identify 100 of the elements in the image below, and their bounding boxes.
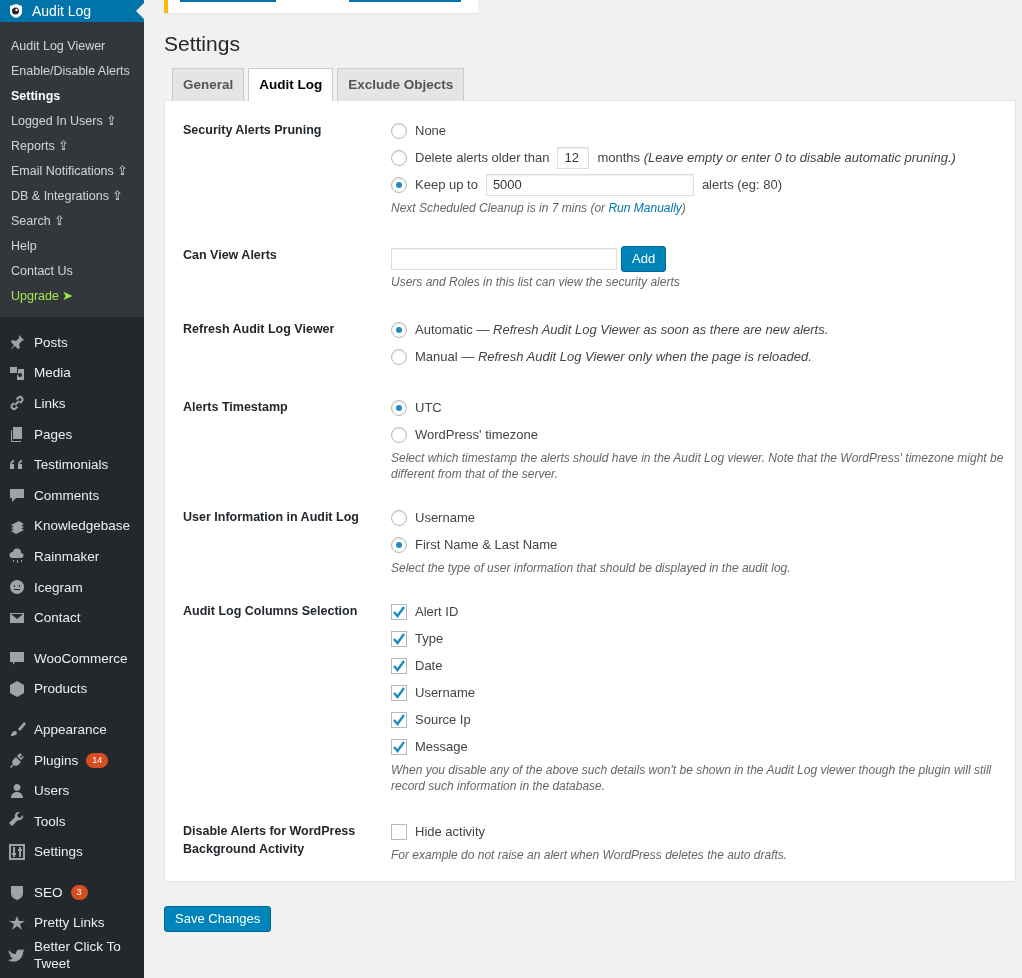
radio-button[interactable] — [391, 536, 407, 553]
submenu-item[interactable]: Audit Log Viewer — [0, 34, 144, 59]
radio-button[interactable] — [391, 399, 407, 416]
radio-button[interactable] — [391, 509, 407, 526]
submenu-item[interactable]: Search ⇪ — [0, 209, 144, 234]
count-badge: 14 — [86, 752, 109, 768]
bird-icon — [8, 946, 26, 965]
radio-button[interactable] — [391, 348, 407, 365]
option-label: UTC — [415, 399, 442, 418]
pin-icon — [8, 333, 26, 352]
menu-item[interactable]: SEO 3 — [0, 877, 144, 908]
add-button[interactable]: Add — [621, 246, 667, 273]
page-title: Settings — [164, 31, 241, 57]
checkbox[interactable] — [391, 823, 407, 840]
save-changes-button[interactable]: Save Changes — [164, 906, 272, 933]
tab[interactable]: Exclude Objects — [337, 68, 465, 102]
sliders-icon — [8, 842, 26, 861]
speech-bubble-icon — [8, 486, 26, 505]
submenu-item[interactable]: Logged In Users ⇪ — [0, 109, 144, 134]
option-label: Date — [415, 657, 443, 676]
menu-item[interactable]: WooCommerce — [0, 642, 144, 674]
option-label: Keep up to — [415, 176, 478, 195]
submenu-item[interactable]: Email Notifications ⇪ — [0, 159, 144, 184]
menu-item[interactable]: Tools — [0, 805, 144, 837]
menu-item[interactable]: Better Click To Tweet — [0, 938, 144, 973]
menu-item[interactable]: Appearance — [0, 714, 144, 745]
number-field[interactable]: 12 — [557, 146, 590, 169]
submenu-item[interactable]: Settings — [0, 84, 144, 109]
menu-item[interactable]: Contact — [0, 602, 144, 633]
menu-item[interactable]: Pages — [0, 418, 144, 450]
option-suffix: months (Leave empty or enter 0 to disable automatic pruning.) — [597, 149, 956, 168]
menu-item[interactable]: Knowledgebase — [0, 510, 144, 542]
option-label: Delete alerts older than — [415, 149, 550, 168]
setting-label: Refresh Audit Log Viewer — [183, 321, 336, 339]
checkbox[interactable] — [391, 738, 407, 755]
shield-icon — [8, 883, 26, 902]
description-text: Select which timestamp the alerts should have in the Audit Log viewer. Note that the WordPress' timezone might be different from that of the server. — [391, 450, 1005, 483]
menu-item[interactable]: Links — [0, 388, 144, 419]
option-label: Message — [415, 738, 468, 757]
checkbox[interactable] — [391, 630, 407, 647]
option-label: None — [415, 122, 447, 141]
menu-item[interactable]: Pretty Links — [0, 907, 144, 939]
description-text: Select the type of user information that should be displayed in the audit log. — [391, 560, 792, 577]
box-icon — [8, 679, 26, 698]
option-label: WordPress' timezone — [415, 426, 538, 445]
radio-button[interactable] — [391, 426, 407, 443]
radio-button[interactable] — [391, 122, 407, 139]
menu-item[interactable]: Rainmaker — [0, 541, 144, 572]
description-text: Users and Roles in this list can view the security alerts — [391, 274, 681, 291]
menu-item[interactable]: Products — [0, 673, 144, 705]
plug-icon — [8, 751, 26, 769]
option-suffix: alerts (eg: 80) — [701, 176, 783, 195]
user-role-field[interactable] — [391, 248, 617, 271]
checkbox[interactable] — [391, 657, 407, 674]
run-manually-link[interactable]: Run Manually — [608, 201, 682, 216]
checkbox[interactable] — [391, 711, 407, 728]
option-label: First Name & Last Name — [415, 536, 558, 555]
radio-button[interactable] — [391, 149, 407, 166]
option-label: Manual — Refresh Audit Log Viewer only when the page is reloaded. — [415, 348, 812, 367]
option-label: Source Ip — [415, 711, 471, 730]
number-field[interactable]: 5000 — [485, 173, 694, 196]
sidebar-header-item[interactable]: Audit Log — [0, 0, 144, 22]
link-icon — [8, 394, 26, 413]
tab[interactable]: General — [172, 68, 245, 102]
cloud-icon — [8, 547, 26, 566]
menu-item[interactable]: Testimonials — [0, 449, 144, 480]
face-icon — [8, 578, 26, 597]
radio-button[interactable] — [391, 321, 407, 338]
submenu-item[interactable]: Reports ⇪ — [0, 134, 144, 159]
submenu-item[interactable]: Enable/Disable Alerts — [0, 59, 144, 84]
option-label: Username — [415, 509, 475, 528]
count-badge: 3 — [70, 884, 88, 900]
submenu-item[interactable]: Upgrade ➤ — [0, 284, 144, 309]
description-text: Next Scheduled Cleanup is in 7 mins (or Run Manually) — [391, 200, 687, 217]
person-icon — [8, 781, 26, 800]
option-label: Type — [415, 630, 444, 649]
setting-label: Disable Alerts for WordPress Background Activity — [183, 823, 357, 859]
submenu-item[interactable]: Help — [0, 234, 144, 259]
submenu-item[interactable]: DB & Integrations ⇪ — [0, 184, 144, 209]
option-label: Automatic — Refresh Audit Log Viewer as soon as there are new alerts. — [415, 321, 829, 340]
menu-item[interactable]: Media — [0, 357, 144, 389]
option-label: Hide activity — [415, 823, 486, 842]
setting-label: Audit Log Columns Selection — [183, 603, 359, 621]
checkbox[interactable] — [391, 684, 407, 701]
tab[interactable]: Audit Log — [248, 68, 334, 102]
radio-button[interactable] — [391, 176, 407, 193]
description-text: When you disable any of the above such details won't be shown in the Audit Log viewer though the plugin will still record such information in the database. — [391, 762, 993, 795]
submenu-item[interactable]: Contact Us — [0, 259, 144, 284]
setting-label: Alerts Timestamp — [183, 399, 289, 417]
menu-item[interactable]: Icegram — [0, 571, 144, 603]
menu-item[interactable]: Users — [0, 775, 144, 806]
setting-label: User Information in Audit Log — [183, 509, 360, 527]
menu-item[interactable]: Settings — [0, 836, 144, 868]
eye-shield-icon — [8, 3, 24, 19]
menu-item[interactable]: Comments — [0, 479, 144, 511]
option-label: Username — [415, 684, 475, 703]
checkbox[interactable] — [391, 603, 407, 620]
star-icon — [8, 914, 26, 932]
menu-item[interactable]: Posts — [0, 327, 144, 358]
menu-item[interactable]: Plugins 14 — [0, 744, 144, 776]
